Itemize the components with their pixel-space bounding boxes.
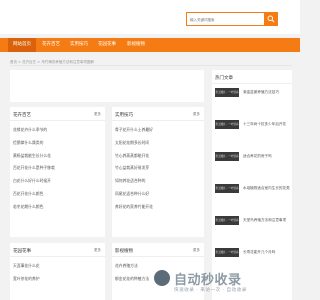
hot-article-title: 天堂鸟养殖方法和注意事项 (243, 218, 287, 222)
divider (10, 256, 105, 257)
search-box (186, 12, 278, 26)
list-item[interactable]: 郁金花花的种植方法 (115, 276, 149, 289)
thumbnail-placeholder: 暂无图片 · 一叶轻舟 (215, 88, 239, 97)
nav-item-tips[interactable]: 实用技巧 (66, 38, 92, 52)
article-list: 天涯事花什么花 宽叶茶花的养护 (13, 263, 40, 289)
watermark-subtitle: 快速收录 · 来访一次 · 自动收录 (174, 288, 247, 293)
article-list: 花卉养殖方法 郁金花花的种植方法 (115, 263, 149, 289)
search-icon (267, 15, 275, 23)
category-box-flowers: 花卉百艺 更多 花缘花卉什么季节的 捡鹅掌什么属类的 黄杨盆栽能生长什么花 百花… (10, 107, 105, 237)
box-title: 实用技巧 (115, 113, 133, 118)
more-link[interactable]: 更多 (94, 112, 101, 117)
sidebar-title: 热门文章 (215, 76, 233, 81)
list-item[interactable]: 若冬花期什么颜色 (13, 204, 55, 217)
list-item[interactable]: 太阳花花期多长时间 (115, 140, 153, 153)
watermark: 自动秒收录 快速收录 · 来访一次 · 自动收录 (150, 268, 294, 298)
nav-item-garden[interactable]: 花园花事 (94, 38, 120, 52)
box-title: 影视植物 (115, 249, 133, 254)
hot-article-item[interactable]: 暂无图片 · 一叶轻舟 水培植物适合室内生长的花类 (215, 184, 291, 212)
list-item[interactable]: 白花什么好什么时候开 (13, 178, 55, 191)
category-box-garden: 花园花事 更多 天涯事花什么花 宽叶茶花的养护 (10, 243, 105, 300)
category-box-tips: 实用技巧 更多 骨子花开什么土养最好 太阳花花期多长时间 竹心养蒸蒸都能开花 竹… (112, 107, 204, 237)
hot-article-title: 适合养花的房子吗 (243, 154, 272, 158)
nav-item-home[interactable]: 网站首页 (8, 38, 36, 52)
search-input[interactable] (190, 14, 260, 25)
breadcrumb: 首页 > 花卉百艺 > 吊竹梅的养殖方法和注意事项图解 (10, 58, 292, 66)
hot-article-item[interactable]: 暂无图片 · 一叶轻舟 十三年树十缸多少年后开花 (215, 120, 291, 148)
hot-articles-sidebar: 热门文章 暂无图片 · 一叶轻舟 菊金盆景养殖方法技巧 暂无图片 · 一叶轻舟 … (212, 70, 292, 300)
list-item[interactable]: 养好花的家养竹能开花 (115, 204, 153, 217)
thumbnail-placeholder: 暂无图片 · 一叶轻舟 (215, 152, 239, 161)
list-item[interactable]: 竹心养蒸蒸都能开花 (115, 153, 153, 166)
hot-article-title: 十三年树十缸多少年后开花 (243, 122, 287, 126)
list-item[interactable]: 捡鹅掌什么属类的 (13, 140, 55, 153)
thumbnail-placeholder: 暂无图片 · 一叶轻舟 (215, 248, 239, 257)
list-item[interactable]: 竹心盆栽蒸好易发芽 (115, 165, 153, 178)
list-item[interactable]: 黄杨盆栽能生长什么花 (13, 153, 55, 166)
hot-article-title: 长寿花能开几个月吗 (243, 250, 276, 254)
hot-article-item[interactable]: 暂无图片 · 一叶轻舟 天堂鸟养殖方法和注意事项 (215, 216, 291, 244)
thumbnail-placeholder: 暂无图片 · 一叶轻舟 (215, 184, 239, 193)
article-list: 骨子花开什么土养最好 太阳花花期多长时间 竹心养蒸蒸都能开花 竹心盆栽蒸好易发芽… (115, 127, 153, 217)
watermark-title: 自动秒收录 (174, 273, 242, 288)
search-button[interactable] (264, 12, 278, 26)
list-item[interactable]: 百花开花什么颜色 (13, 191, 55, 204)
hot-article-title: 水培植物适合室内生长的花类 (243, 186, 290, 190)
divider (10, 120, 105, 121)
list-item[interactable]: 骨子花开什么土养最好 (115, 127, 153, 140)
list-item[interactable]: 宽叶茶花的养护 (13, 276, 40, 289)
list-item[interactable]: 百花开花什么是种子移栽 (13, 165, 55, 178)
hot-article-item[interactable]: 暂无图片 · 一叶轻舟 菊金盆景养殖方法技巧 (215, 88, 291, 116)
page: 网站首页 花卉百艺 实用技巧 花园花事 影视植物 首页 > 花卉百艺 > 吊竹梅… (0, 0, 300, 300)
list-item[interactable]: 天涯事花什么花 (13, 263, 40, 276)
nav-item-film-plants[interactable]: 影视植物 (122, 38, 150, 52)
box-title: 花园花事 (13, 249, 31, 254)
divider (212, 83, 292, 84)
more-link[interactable]: 更多 (193, 248, 200, 253)
hot-article-title: 菊金盆景养殖方法技巧 (243, 90, 279, 94)
main-nav: 网站首页 花卉百艺 实用技巧 花园花事 影视植物 (0, 38, 300, 52)
hot-article-item[interactable]: 暂无图片 · 一叶轻舟 适合养花的房子吗 (215, 152, 291, 180)
top-banner-panel (10, 70, 204, 102)
watermark-logo-icon (154, 270, 170, 286)
more-link[interactable]: 更多 (193, 112, 200, 117)
nav-item-flowers[interactable]: 花卉百艺 (38, 38, 64, 52)
thumbnail-placeholder: 暂无图片 · 一叶轻舟 (215, 216, 239, 225)
header (0, 0, 300, 34)
list-item[interactable]: 如何养花适合种的 (115, 178, 153, 191)
list-item[interactable]: 花缘花卉什么季节的 (13, 127, 55, 140)
list-item[interactable]: 凤尾花适合种什么好 (115, 191, 153, 204)
thumbnail-placeholder: 暂无图片 · 一叶轻舟 (215, 120, 239, 129)
more-link[interactable]: 更多 (94, 248, 101, 253)
article-list: 花缘花卉什么季节的 捡鹅掌什么属类的 黄杨盆栽能生长什么花 百花开花什么是种子移… (13, 127, 55, 217)
divider (112, 120, 204, 121)
list-item[interactable]: 花卉养殖方法 (115, 263, 149, 276)
divider (112, 256, 204, 257)
box-title: 花卉百艺 (13, 113, 31, 118)
